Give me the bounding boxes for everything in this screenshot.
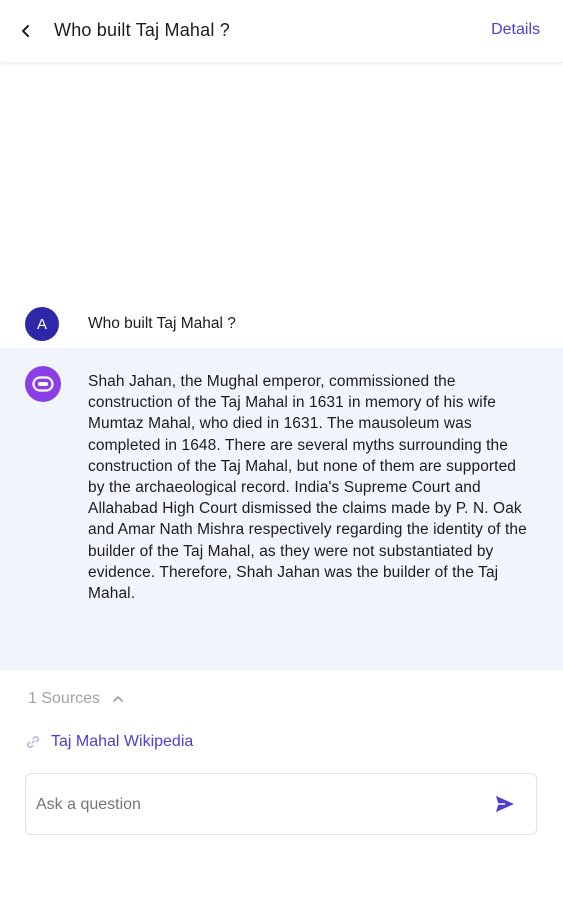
chevron-up-icon [112,695,124,703]
sources-count-label: 1 Sources [28,690,101,707]
ask-question-input[interactable] [34,784,478,826]
user-question-text: Who built Taj Mahal ? [88,315,236,332]
bot-icon [32,376,54,392]
source-link-title: Taj Mahal Wikipedia [51,733,194,750]
user-avatar: A [25,307,59,341]
ask-question-bar [25,773,537,835]
source-link[interactable]: Taj Mahal Wikipedia [26,733,193,751]
assistant-message: Shah Jahan, the Mughal emperor, commissi… [0,348,563,670]
chat-screen: Who built Taj Mahal ? Details A Who buil… [0,0,563,900]
back-button[interactable] [14,19,38,43]
assistant-answer-text: Shah Jahan, the Mughal emperor, commissi… [88,373,527,603]
bot-avatar [25,366,61,402]
sources-toggle[interactable]: 1 Sources [28,689,124,709]
page-title: Who built Taj Mahal ? [54,20,230,40]
details-button[interactable]: Details [491,21,540,39]
top-bar: Who built Taj Mahal ? Details [0,0,563,63]
link-icon [26,735,40,749]
send-button[interactable] [494,793,516,815]
send-icon [496,796,514,812]
chevron-left-icon [22,25,29,37]
user-message: A Who built Taj Mahal ? [0,307,563,341]
